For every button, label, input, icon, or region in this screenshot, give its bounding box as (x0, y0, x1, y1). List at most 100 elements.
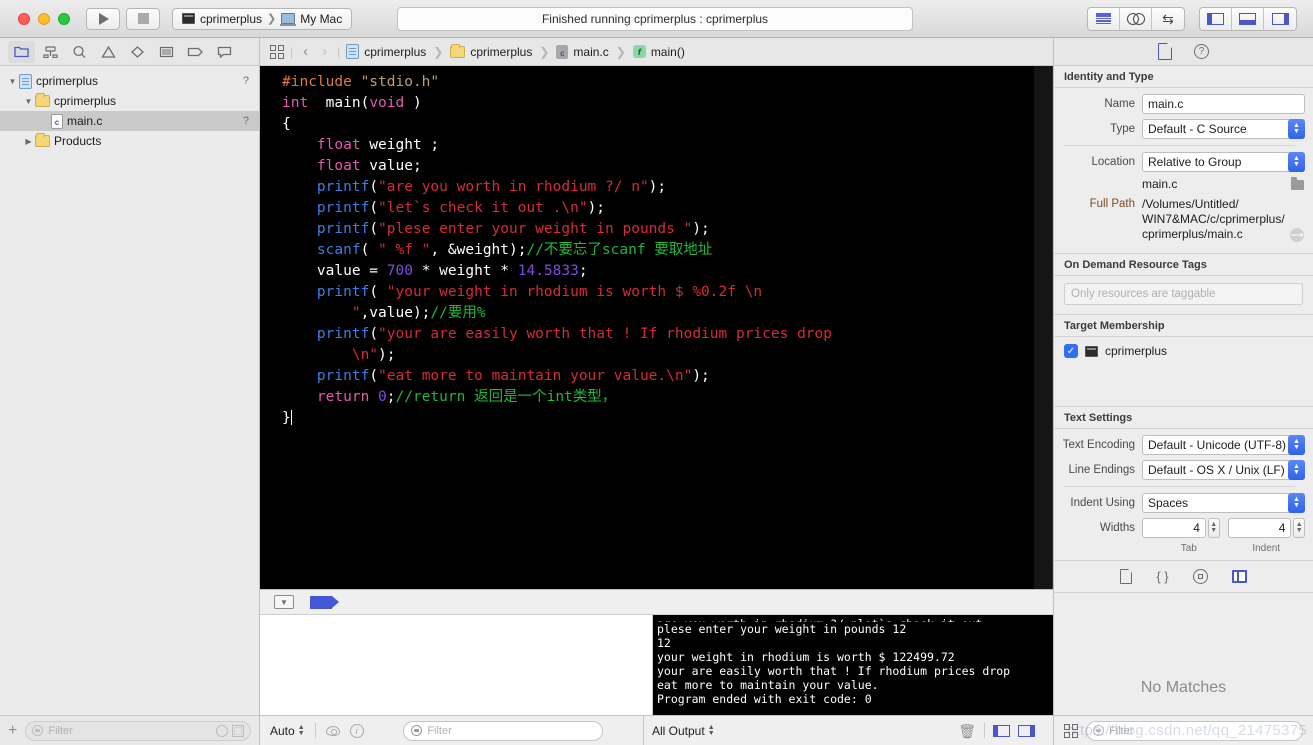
info-icon[interactable]: i (349, 723, 364, 738)
standard-editor-button[interactable] (1088, 7, 1120, 30)
inspector-pane: ? Identity and Type Name main.c Type Def… (1053, 38, 1313, 745)
twisty-open-icon[interactable]: ▼ (22, 97, 35, 106)
navigator-tab-find[interactable] (66, 41, 93, 63)
code-token: "eat more to maintain your value.\n" (378, 368, 693, 384)
assistant-editor-button[interactable] (1120, 7, 1152, 30)
twisty-closed-icon[interactable]: ▶ (22, 137, 35, 146)
console-line: Program ended with exit code: 0 (657, 692, 872, 706)
related-items-icon[interactable] (270, 44, 284, 59)
jump-bar[interactable]: | ‹ › | cprimerplus ❯ cprimerplus ❯ c ma… (260, 38, 1053, 66)
close-window-button[interactable] (18, 12, 30, 25)
type-popup[interactable]: Default - C Source ▲ ▼ (1142, 119, 1305, 139)
tab-width-stepper[interactable]: ▲ ▼ (1207, 518, 1220, 538)
widths-label: Widths (1099, 522, 1135, 534)
navigator-tab-issue[interactable] (95, 41, 122, 63)
c-file-icon: c (51, 113, 63, 129)
scheme-selector[interactable]: cprimerplus ❯ My Mac (172, 7, 353, 30)
debug-pane-icon (1239, 12, 1256, 25)
breadcrumb-symbol[interactable]: main() (651, 45, 685, 59)
breadcrumb-group[interactable]: cprimerplus (470, 45, 532, 59)
output-scope-popup[interactable]: All Output ▲ ▼ (652, 724, 715, 738)
chevron-right-icon: ❯ (267, 13, 277, 25)
encoding-popup[interactable]: Default - Unicode (UTF-8) ▲ ▼ (1142, 435, 1305, 455)
code-token: , &weight); (430, 242, 527, 258)
breadcrumb-project[interactable]: cprimerplus (364, 45, 426, 59)
source-control-filter-icon[interactable] (232, 724, 244, 737)
line-endings-popup[interactable]: Default - OS X / Unix (LF) ▲ ▼ (1142, 460, 1305, 480)
document-icon[interactable] (1120, 569, 1133, 584)
navigate-back-button[interactable]: ‹ (299, 44, 312, 59)
navigator-filter-input[interactable]: Filter (25, 720, 251, 741)
file-inspector-icon[interactable] (1158, 43, 1172, 60)
editor-mode-segmented-control[interactable]: ⇆ (1087, 6, 1185, 31)
editor-gutter[interactable] (260, 66, 280, 589)
reveal-in-finder-button[interactable]: ⟶ (1289, 228, 1305, 242)
library-grid-icon[interactable] (1064, 723, 1078, 738)
add-file-button[interactable]: + (8, 722, 17, 739)
zoom-window-button[interactable] (58, 12, 70, 25)
run-button[interactable] (86, 7, 120, 30)
navigator-tab-project[interactable] (8, 40, 35, 63)
tree-row-mainc[interactable]: c main.c ? (0, 111, 259, 131)
hide-debug-bar-button[interactable]: ▼ (274, 595, 294, 609)
filter-placeholder: Filter (427, 724, 452, 737)
target-circle-icon[interactable] (1192, 569, 1208, 584)
navigator-tab-source-control[interactable] (37, 41, 64, 63)
name-input[interactable]: main.c (1142, 94, 1305, 114)
navigator-tab-debug[interactable] (153, 41, 180, 63)
odr-tags-input[interactable]: Only resources are taggable (1064, 283, 1303, 305)
show-variable-details-icon[interactable] (325, 725, 340, 736)
target-checkbox[interactable]: ✓ (1064, 344, 1078, 358)
tree-row-products[interactable]: ▶ Products (0, 131, 259, 151)
show-variables-view-button[interactable] (993, 724, 1010, 737)
minimize-window-button[interactable] (38, 12, 50, 25)
indent-width-input[interactable]: 4 (1227, 518, 1292, 538)
stop-button[interactable] (126, 7, 160, 30)
quick-help-icon[interactable]: ? (1194, 44, 1209, 59)
variables-scope-popup[interactable]: Auto ▲ ▼ (270, 724, 305, 738)
navigator-tab-report[interactable] (211, 41, 238, 63)
code-token: float (316, 137, 361, 153)
target-membership-row[interactable]: ✓ cprimerplus (1054, 337, 1313, 358)
library-filter-input[interactable]: Filter (1086, 720, 1303, 741)
recent-files-filter-icon[interactable] (216, 724, 228, 737)
navigator-tab-test[interactable] (124, 41, 151, 63)
toggle-navigator-button[interactable] (1200, 7, 1232, 30)
navigate-forward-button[interactable]: › (318, 44, 331, 59)
variables-scope-label: Auto (270, 723, 295, 738)
navigator-tab-bar[interactable] (0, 38, 259, 66)
variables-view[interactable] (260, 615, 653, 715)
location-popup[interactable]: Relative to Group ▲ ▼ (1142, 152, 1305, 172)
code-token: " (351, 305, 361, 321)
list-view-icon[interactable] (1231, 570, 1247, 583)
stop-icon (137, 13, 149, 24)
navigator-tab-breakpoint[interactable] (182, 41, 209, 63)
breakpoints-toggle-button[interactable] (310, 595, 339, 609)
show-console-view-button[interactable] (1018, 724, 1035, 737)
variables-filter-input[interactable]: Filter (403, 720, 604, 741)
panes-segmented-control[interactable] (1199, 6, 1297, 31)
code-token: ,value); (360, 305, 431, 321)
clear-console-button[interactable]: 🗑 (958, 724, 976, 738)
breadcrumb-file[interactable]: main.c (573, 45, 608, 59)
indent-width-stepper[interactable]: ▲ ▼ (1293, 518, 1305, 538)
inspector-pane-icon (1271, 12, 1289, 25)
inspector-tab-bar[interactable]: ? (1054, 38, 1313, 66)
project-tree[interactable]: ▼ cprimerplus ? ▼ cprimerplus c main.c ? (0, 66, 259, 715)
toggle-inspector-button[interactable] (1264, 8, 1296, 30)
source-editor[interactable]: #include "stdio.h" int main(void ){ float… (260, 66, 1053, 589)
tab-width-input[interactable]: 4 (1142, 518, 1206, 538)
tree-row-project[interactable]: ▼ cprimerplus ? (0, 71, 259, 91)
console-output[interactable]: are you worth in rhodium ?/ nlet`s check… (653, 615, 1053, 715)
version-editor-button[interactable]: ⇆ (1152, 8, 1184, 30)
choose-file-button[interactable] (1289, 177, 1305, 190)
indent-using-popup[interactable]: Spaces ▲ ▼ (1142, 493, 1305, 513)
tree-label: Products (54, 134, 102, 148)
tree-row-group[interactable]: ▼ cprimerplus (0, 91, 259, 111)
source-code[interactable]: #include "stdio.h" int main(void ){ float… (282, 66, 1052, 589)
indent-sublabel: Indent (1252, 543, 1281, 554)
braces-icon[interactable]: { } (1156, 569, 1168, 584)
twisty-open-icon[interactable]: ▼ (6, 77, 19, 86)
breadcrumb[interactable]: cprimerplus ❯ cprimerplus ❯ c main.c ❯ f… (346, 43, 685, 59)
toggle-debug-area-button[interactable] (1232, 7, 1264, 30)
